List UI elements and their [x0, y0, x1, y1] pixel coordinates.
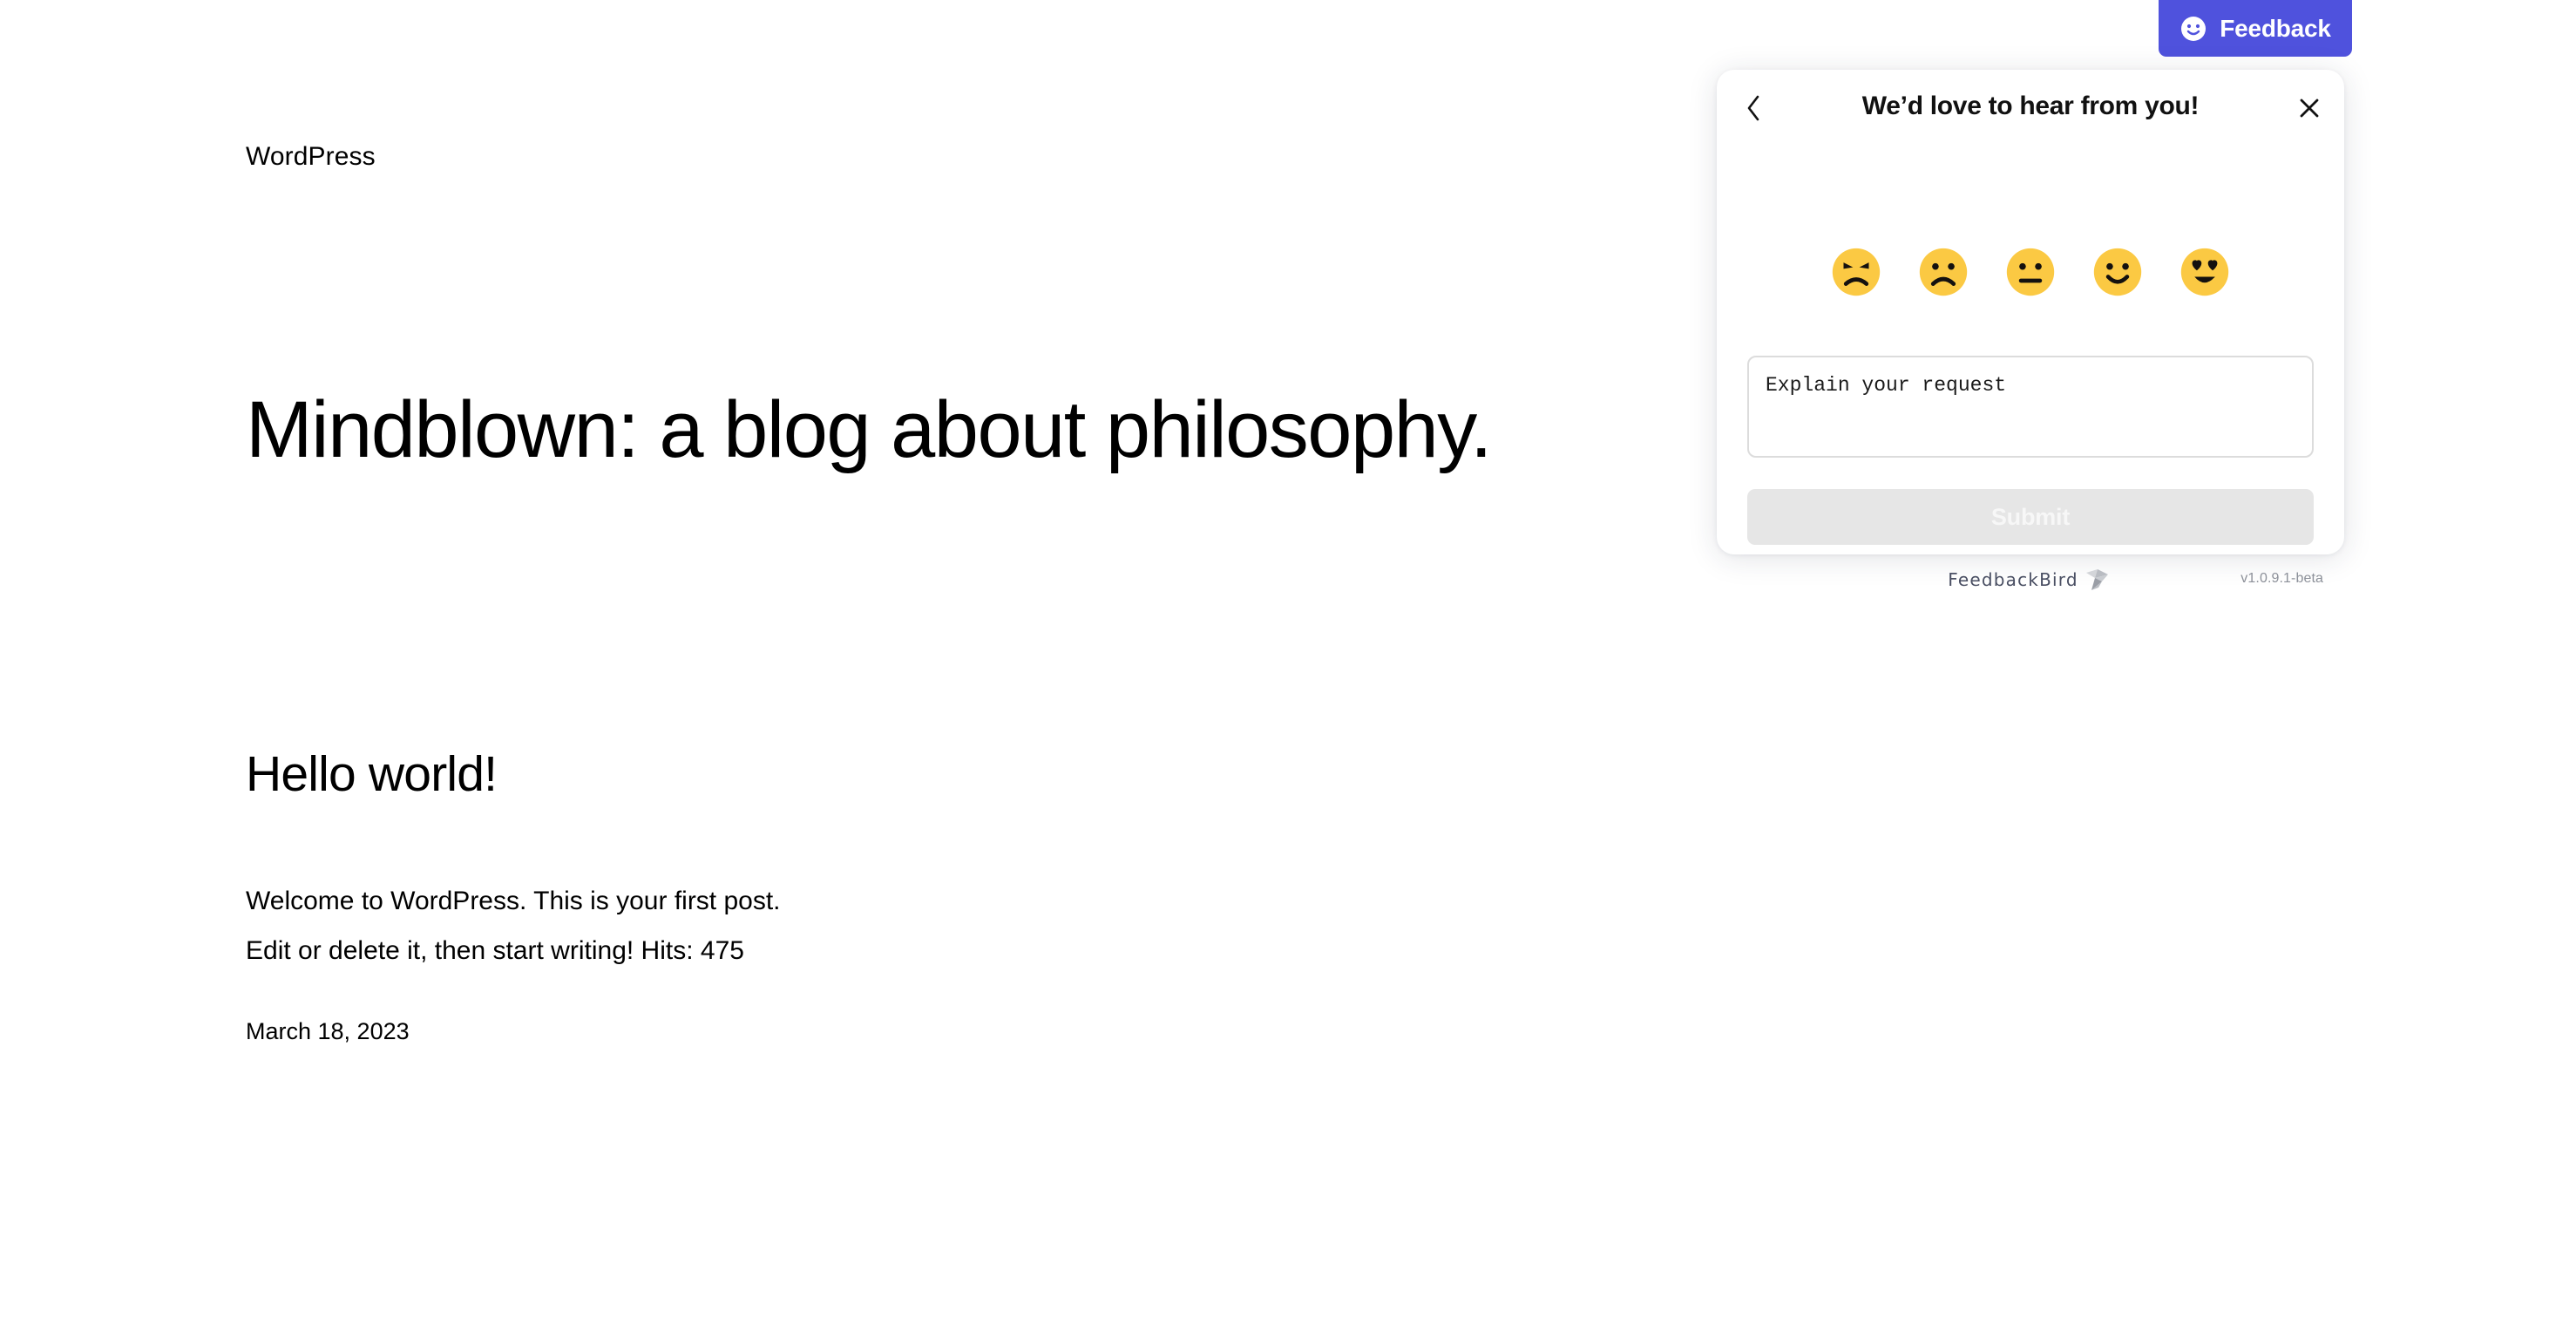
site-title: WordPress — [246, 142, 376, 171]
post-excerpt-line-1: Welcome to WordPress. This is your first… — [246, 887, 781, 915]
sad-face-icon — [1919, 248, 1968, 296]
heart-eyes-face-icon — [2180, 248, 2229, 296]
widget-header: We’d love to hear from you! — [1717, 70, 2344, 141]
origami-bird-logo — [2085, 569, 2108, 590]
post-excerpt: Welcome to WordPress. This is your first… — [246, 876, 781, 975]
feedback-launcher-button[interactable]: Feedback — [2159, 0, 2352, 57]
hero-heading: Mindblown: a blog about philosophy. — [246, 385, 1493, 474]
rating-option-sad[interactable] — [1918, 247, 1969, 297]
post-date: March 18, 2023 — [246, 1018, 410, 1044]
neutral-face-icon — [2006, 248, 2055, 296]
widget-title: We’d love to hear from you! — [1861, 92, 2200, 120]
brand-name: FeedbackBird — [1948, 569, 2078, 590]
submit-button[interactable]: Submit — [1747, 489, 2314, 545]
post-title[interactable]: Hello world! — [246, 745, 498, 803]
rating-option-neutral[interactable] — [2005, 247, 2056, 297]
smiling-face-icon — [2093, 248, 2142, 296]
angry-face-icon — [1832, 248, 1881, 296]
rating-option-happy[interactable] — [2092, 247, 2143, 297]
close-icon — [2300, 99, 2319, 118]
hero-heading-container: Mindblown: a blog about philosophy. — [0, 384, 1739, 523]
post-excerpt-line-2: Edit or delete it, then start writing! H… — [246, 936, 744, 965]
close-button[interactable] — [2288, 87, 2330, 129]
rating-option-love[interactable] — [2179, 247, 2230, 297]
feedback-widget-panel: We’d love to hear from you! Explain your… — [1717, 70, 2344, 590]
rating-option-angry[interactable] — [1831, 247, 1881, 297]
explain-request-textarea[interactable] — [1747, 356, 2314, 458]
rating-scale — [1717, 247, 2344, 297]
version-label: v1.0.9.1-beta — [2240, 571, 2323, 586]
feedback-launcher-label: Feedback — [2220, 14, 2331, 42]
smiley-face-icon — [2181, 16, 2207, 41]
widget-footer: FeedbackBird v1.0.9.1-beta — [1717, 564, 2344, 599]
